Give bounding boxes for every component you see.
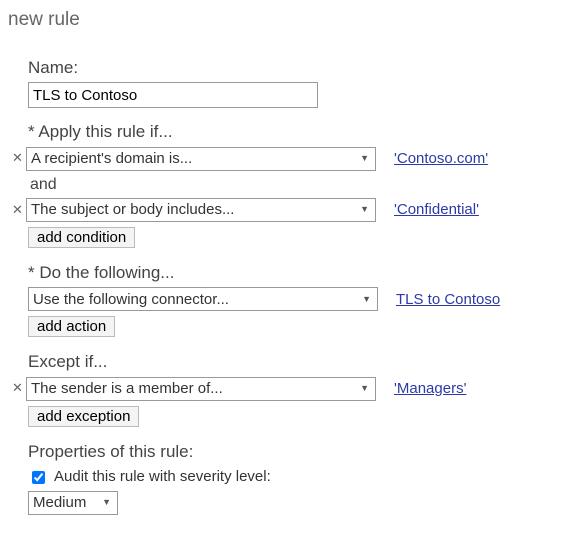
page-title: new rule — [8, 6, 557, 34]
remove-condition-icon[interactable]: ✕ — [12, 149, 26, 168]
add-condition-button[interactable]: add condition — [28, 227, 135, 248]
add-exception-button[interactable]: add exception — [28, 406, 139, 427]
exception-value-link-1[interactable]: 'Managers' — [394, 378, 466, 400]
condition-select-1[interactable]: A recipient's domain is... ▼ — [26, 147, 376, 171]
chevron-down-icon: ▼ — [360, 203, 369, 216]
audit-checkbox[interactable] — [32, 471, 45, 484]
remove-condition-icon[interactable]: ✕ — [12, 201, 26, 220]
chevron-down-icon: ▼ — [360, 382, 369, 395]
condition-value-link-2[interactable]: 'Confidential' — [394, 199, 479, 221]
and-label: and — [30, 173, 557, 196]
exception-select-1-text: The sender is a member of... — [31, 378, 223, 400]
action-value-link-1[interactable]: TLS to Contoso — [396, 289, 500, 311]
condition-select-2[interactable]: The subject or body includes... ▼ — [26, 198, 376, 222]
chevron-down-icon: ▼ — [360, 152, 369, 165]
add-action-button[interactable]: add action — [28, 316, 115, 337]
condition-select-1-text: A recipient's domain is... — [31, 148, 192, 170]
actions-label: * Do the following... — [28, 261, 557, 286]
condition-value-link-1[interactable]: 'Contoso.com' — [394, 148, 488, 170]
properties-label: Properties of this rule: — [28, 440, 557, 465]
exception-select-1[interactable]: The sender is a member of... ▼ — [26, 377, 376, 401]
name-label: Name: — [28, 56, 557, 81]
chevron-down-icon: ▼ — [102, 496, 111, 509]
conditions-label: * Apply this rule if... — [28, 120, 557, 145]
severity-select-text: Medium — [33, 492, 86, 514]
action-select-1[interactable]: Use the following connector... ▼ — [28, 287, 378, 311]
chevron-down-icon: ▼ — [362, 293, 371, 306]
name-input[interactable] — [28, 82, 318, 108]
remove-exception-icon[interactable]: ✕ — [12, 379, 26, 398]
audit-label: Audit this rule with severity level: — [54, 466, 271, 488]
exceptions-label: Except if... — [28, 350, 557, 375]
action-select-1-text: Use the following connector... — [33, 289, 229, 311]
severity-select[interactable]: Medium ▼ — [28, 491, 118, 515]
condition-select-2-text: The subject or body includes... — [31, 199, 234, 221]
